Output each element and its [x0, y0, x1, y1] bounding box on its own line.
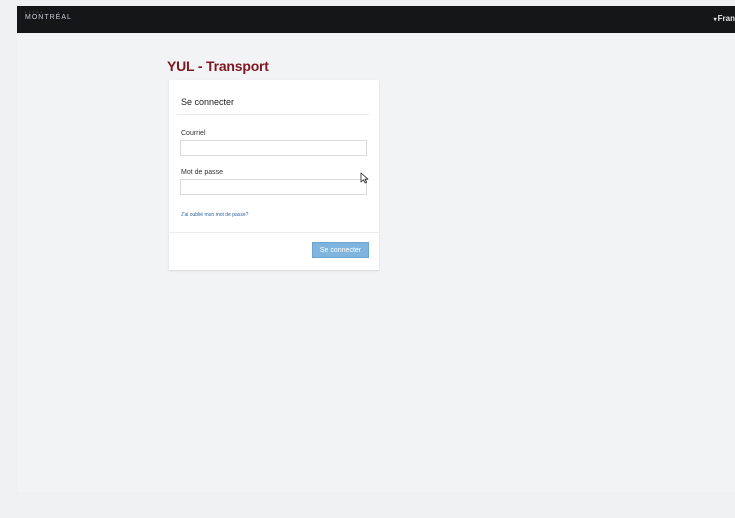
logo-text: MONTRÉAL — [25, 14, 72, 21]
browser-viewport: ▪ ▪ ▪ ▪ ▪ MONTRÉAL ▾Fran YUL - Transport… — [17, 6, 735, 492]
email-field[interactable] — [180, 140, 367, 156]
footer-divider — [169, 232, 379, 233]
login-heading: Se connecter — [181, 97, 235, 107]
heading-divider — [177, 114, 369, 115]
password-label: Mot de passe — [181, 169, 224, 176]
login-button[interactable]: Se connecter — [312, 242, 369, 258]
email-label: Courriel — [181, 130, 206, 137]
mouse-pointer-icon — [360, 172, 369, 184]
language-selector[interactable]: ▾Fran — [714, 14, 735, 23]
montreal-logo[interactable]: ▪ ▪ ▪ ▪ ▪ MONTRÉAL — [25, 10, 72, 22]
login-card: Se connecter Courriel Mot de passe J'ai … — [169, 80, 379, 270]
chevron-down-icon: ▾ — [713, 17, 717, 23]
forgot-password-link[interactable]: J'ai oublié mon mot de passe? — [181, 212, 248, 218]
page-title: YUL - Transport — [167, 58, 269, 74]
top-navigation-bar: ▪ ▪ ▪ ▪ ▪ MONTRÉAL ▾Fran — [17, 6, 735, 33]
password-field[interactable] — [180, 179, 367, 195]
language-label: Fran — [717, 14, 735, 23]
